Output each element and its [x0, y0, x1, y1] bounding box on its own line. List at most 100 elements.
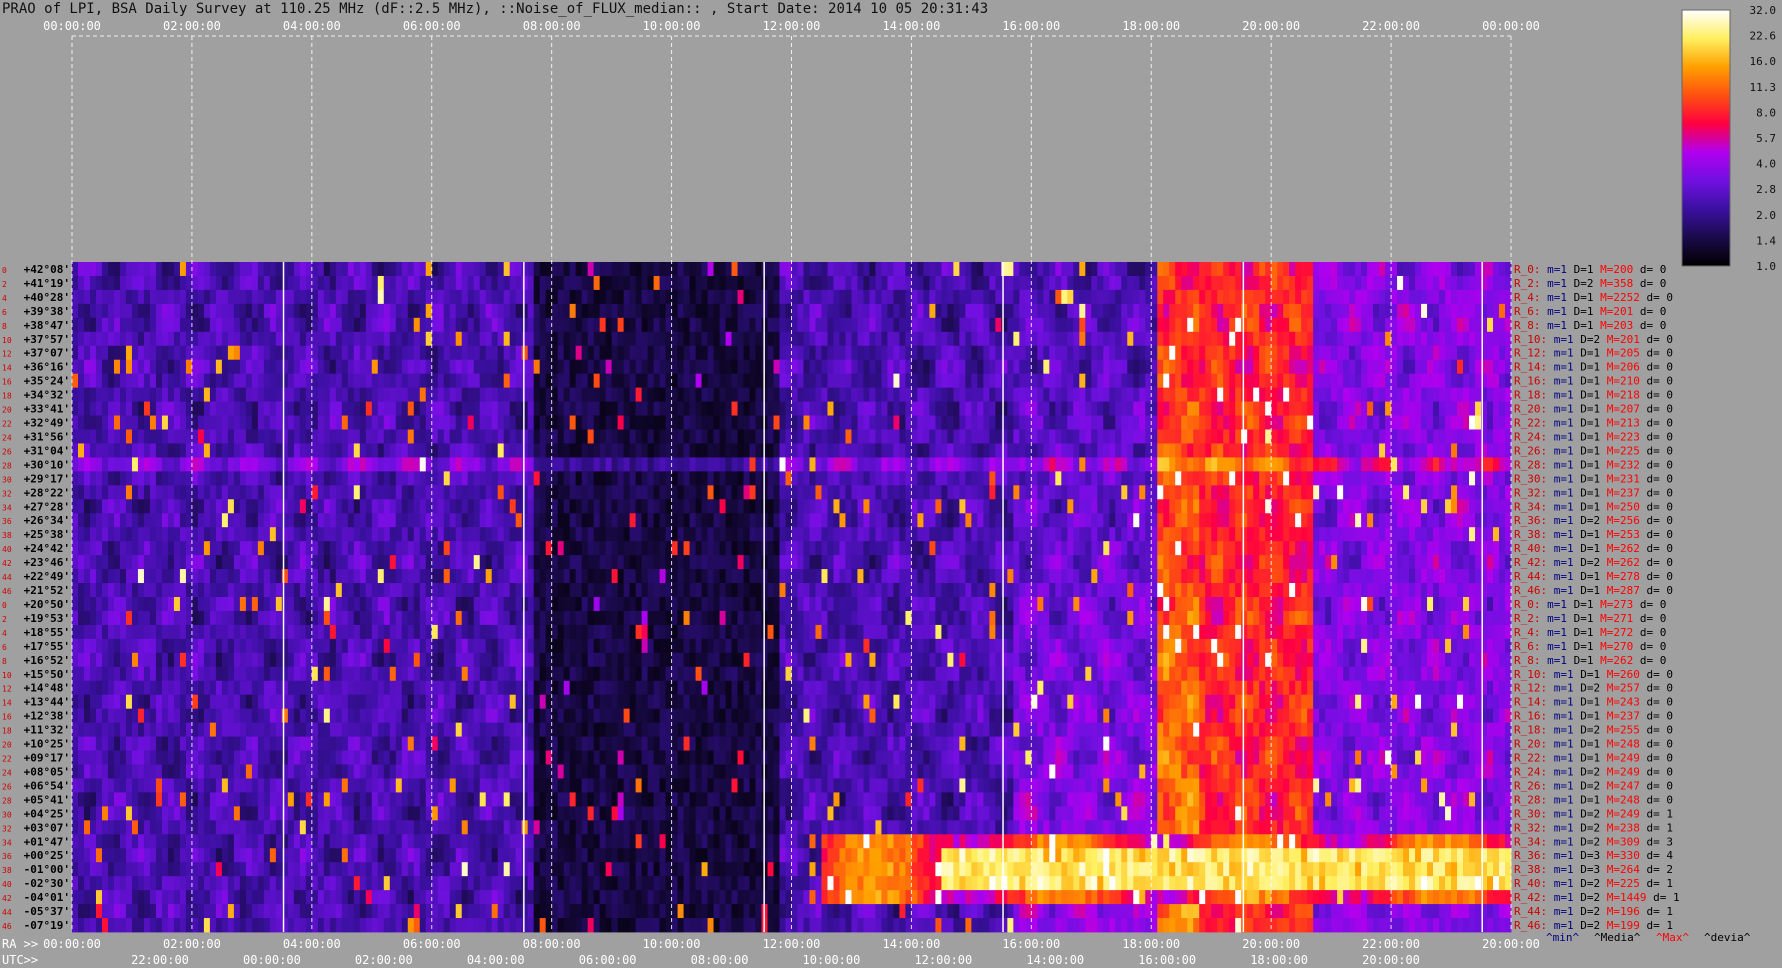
heatmap-cell [1247, 513, 1254, 528]
heatmap-cell [935, 289, 942, 305]
heatmap-cell [311, 527, 319, 542]
heatmap-cell [167, 359, 175, 375]
heatmap-cell [659, 275, 666, 291]
heatmap-cell [881, 345, 888, 361]
heatmap-cell [365, 387, 373, 402]
heatmap-cell [1157, 527, 1164, 542]
heatmap-cell [689, 499, 696, 514]
heatmap-cell [1295, 499, 1302, 514]
heatmap-cell [509, 485, 517, 500]
heatmap-cell [899, 499, 906, 514]
heatmap-cell [1289, 485, 1296, 500]
heatmap-cell [767, 275, 774, 291]
heatmap-cell [1247, 471, 1254, 486]
heatmap-cell [821, 345, 828, 361]
heatmap-cell [1199, 345, 1206, 361]
heatmap-cell [78, 289, 85, 305]
heatmap-cell [1391, 331, 1398, 347]
heatmap-cell [1091, 513, 1098, 528]
heatmap-cell [197, 275, 205, 291]
heatmap-cell [215, 317, 223, 333]
heatmap-cell [155, 429, 163, 444]
heatmap-cell [89, 499, 97, 514]
heatmap-cell [629, 262, 637, 277]
heatmap-cell [269, 303, 277, 319]
heatmap-cell [635, 262, 643, 277]
heatmap-cell [557, 345, 565, 361]
heatmap-cell [887, 485, 894, 500]
heatmap-cell [1061, 303, 1068, 319]
heatmap-cell [611, 513, 619, 528]
heatmap-cell [377, 471, 385, 486]
heatmap-cell [1379, 471, 1386, 486]
heatmap-cell [1307, 527, 1314, 542]
heatmap-cell [1229, 541, 1236, 556]
heatmap-cell [197, 373, 205, 389]
heatmap-cell [935, 262, 942, 277]
heatmap-cell [551, 262, 559, 277]
heatmap-cell [671, 457, 678, 472]
heatmap-cell [647, 415, 654, 430]
heatmap-cell [605, 443, 613, 458]
heatmap-cell [359, 345, 367, 361]
heatmap-cell [1301, 485, 1308, 500]
heatmap-cell [167, 289, 175, 305]
heatmap-cell [575, 359, 583, 375]
heatmap-cell [1349, 513, 1356, 528]
heatmap-cell [689, 457, 696, 472]
heatmap-cell [1121, 457, 1128, 472]
heatmap-cell [935, 401, 942, 416]
heatmap-cell [455, 289, 463, 305]
heatmap-cell [143, 471, 151, 486]
heatmap-cell [647, 289, 654, 305]
heatmap-cell [665, 262, 672, 277]
heatmap-cell [1505, 275, 1512, 291]
heatmap-cell [257, 443, 265, 458]
heatmap-cell [725, 401, 732, 416]
heatmap-cell [1091, 429, 1098, 444]
heatmap-cell [455, 317, 463, 333]
heatmap-cell [533, 275, 541, 291]
heatmap-cell [257, 485, 265, 500]
heatmap-cell [749, 499, 756, 514]
heatmap-cell [125, 443, 133, 458]
heatmap-cell [1043, 401, 1050, 416]
heatmap-cell [839, 415, 846, 430]
heatmap-cell [329, 401, 337, 416]
heatmap-cell [287, 415, 295, 430]
heatmap-cell [461, 471, 469, 486]
heatmap-cell [1175, 443, 1182, 458]
heatmap-cell [1385, 457, 1392, 472]
heatmap-cell [137, 317, 145, 333]
heatmap-cell [1331, 317, 1338, 333]
heatmap-cell [149, 485, 157, 500]
heatmap-cell [371, 289, 379, 305]
heatmap-cell [1241, 401, 1248, 416]
heatmap-cell [275, 485, 283, 500]
heatmap-cell [1013, 457, 1020, 472]
heatmap-cell [1385, 485, 1392, 500]
heatmap-cell [473, 289, 481, 305]
heatmap-cell [641, 401, 648, 416]
heatmap-cell [101, 485, 109, 500]
heatmap-cell [1457, 415, 1464, 430]
heatmap-cell [563, 275, 571, 291]
heatmap-cell [1043, 457, 1050, 472]
heatmap-cell [689, 303, 696, 319]
heatmap-cell [1289, 317, 1296, 333]
heatmap-cell [1331, 387, 1338, 402]
heatmap-cell [1391, 499, 1398, 514]
heatmap-cell [185, 541, 193, 556]
heatmap-cell [1475, 289, 1482, 305]
heatmap-cell [347, 457, 355, 472]
heatmap-cell [1187, 345, 1194, 361]
heatmap-cell [773, 387, 780, 402]
heatmap-cell [239, 262, 247, 277]
heatmap-cell [701, 415, 708, 430]
heatmap-cell [1445, 345, 1452, 361]
heatmap-cell [1337, 401, 1344, 416]
heatmap-cell [311, 401, 319, 416]
heatmap-cell [515, 429, 523, 444]
heatmap-cell [497, 289, 505, 305]
heatmap-cell [167, 513, 175, 528]
